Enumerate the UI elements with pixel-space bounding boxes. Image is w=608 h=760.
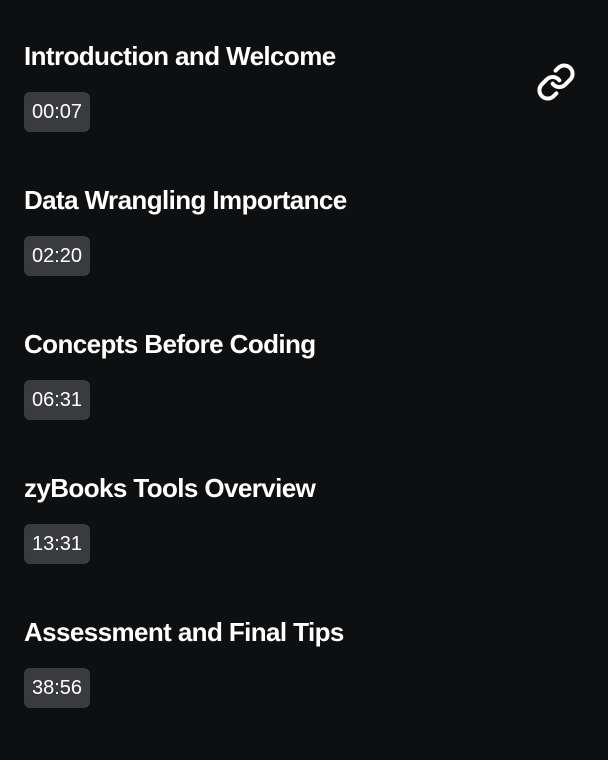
chapter-title[interactable]: Introduction and Welcome [24,40,584,72]
chapter-timestamp[interactable]: 00:07 [24,92,91,132]
chapter-item: Assessment and Final Tips 38:56 [24,616,584,760]
chapter-timestamp[interactable]: 38:56 [24,668,91,708]
chapter-timestamp[interactable]: 02:20 [24,236,91,276]
chapter-title[interactable]: Assessment and Final Tips [24,616,584,648]
chapter-item: zyBooks Tools Overview 13:31 [24,472,584,616]
copy-link-icon[interactable] [536,62,576,102]
chapter-title[interactable]: Data Wrangling Importance [24,184,584,216]
chapter-timestamp[interactable]: 06:31 [24,380,91,420]
chapter-list: Introduction and Welcome 00:07 Data Wran… [24,40,584,760]
chapter-item: Introduction and Welcome 00:07 [24,40,584,184]
chapter-item: Data Wrangling Importance 02:20 [24,184,584,328]
chapter-title[interactable]: zyBooks Tools Overview [24,472,584,504]
chapter-item: Concepts Before Coding 06:31 [24,328,584,472]
chapter-title[interactable]: Concepts Before Coding [24,328,584,360]
chapter-timestamp[interactable]: 13:31 [24,524,91,564]
